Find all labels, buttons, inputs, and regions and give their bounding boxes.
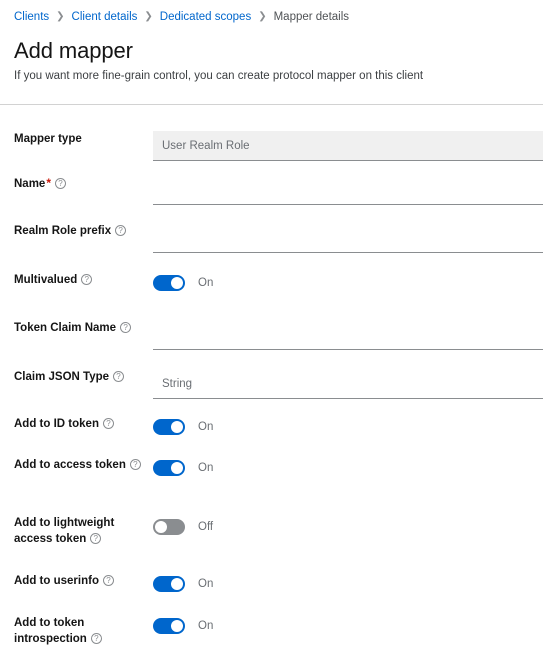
field-label-multivalued: Multivalued? [14, 272, 142, 288]
input-claim-json-type[interactable] [153, 369, 543, 399]
field-label-add-to-lightweight-access-token: Add to lightweight access token? [14, 515, 142, 547]
toggle-knob [171, 421, 183, 433]
field-container: On [153, 273, 543, 293]
field-label-text: Realm Role prefix [14, 225, 112, 237]
field-label-text: Token Claim Name [14, 322, 117, 334]
field-label-text: Mapper type [14, 133, 82, 145]
toggle-wrap: On [153, 458, 543, 478]
toggle-add-to-token-introspection[interactable] [153, 618, 185, 634]
field-container [153, 131, 543, 161]
breadcrumb-separator-icon: ❯ [144, 11, 153, 22]
toggle-knob [171, 277, 183, 289]
breadcrumb-separator-icon: ❯ [258, 11, 267, 22]
field-label-text: Name [14, 178, 46, 190]
toggle-state-label: On [198, 462, 214, 474]
breadcrumb: Clients ❯ Client details ❯ Dedicated scopes ❯… [14, 9, 543, 25]
field-label-text: Add to ID token [14, 418, 99, 430]
field-label-add-to-id-token: Add to ID token? [14, 416, 142, 432]
breadcrumb-item-clients[interactable]: Clients [14, 10, 49, 24]
page-header: Clients ❯ Client details ❯ Dedicated scopes ❯… [0, 0, 543, 84]
help-icon[interactable]: ? [120, 322, 132, 333]
field-container [153, 175, 543, 205]
field-label-realm-role-prefix: Realm Role prefix? [14, 223, 142, 239]
toggle-wrap: On [153, 273, 543, 293]
field-label-token-claim-name: Token Claim Name? [14, 320, 142, 336]
field-container: Off [153, 517, 543, 537]
field-container [153, 320, 543, 350]
field-label-text: Add to access token [14, 459, 126, 471]
page-title: Add mapper [14, 38, 133, 63]
toggle-add-to-lightweight-access-token[interactable] [153, 519, 185, 535]
field-label-name: Name*? [14, 175, 142, 192]
toggle-state-label: On [198, 421, 214, 433]
page-subtitle: If you want more fine-grain control, you… [14, 70, 424, 82]
input-realm-role-prefix[interactable] [153, 223, 543, 253]
help-icon[interactable]: ? [102, 418, 114, 429]
input-token-claim-name[interactable] [153, 320, 543, 350]
help-icon[interactable]: ? [81, 274, 93, 285]
field-label-claim-json-type: Claim JSON Type? [14, 369, 142, 385]
field-label-mapper-type: Mapper type [14, 131, 142, 147]
toggle-add-to-id-token[interactable] [153, 419, 185, 435]
breadcrumb-item-mapper-details: Mapper details [273, 11, 350, 23]
breadcrumb-separator-icon: ❯ [56, 11, 65, 22]
toggle-knob [171, 462, 183, 474]
toggle-wrap: On [153, 616, 543, 636]
toggle-knob [155, 521, 167, 533]
toggle-state-label: On [198, 620, 214, 632]
help-icon[interactable]: ? [113, 371, 125, 382]
help-icon[interactable]: ? [90, 633, 102, 644]
field-container: On [153, 574, 543, 594]
field-label-add-to-token-introspection: Add to token introspection? [14, 615, 142, 647]
field-container [153, 223, 543, 253]
toggle-knob [171, 620, 183, 632]
add-mapper-page: Clients ❯ Client details ❯ Dedicated scopes ❯… [0, 0, 543, 671]
help-icon[interactable]: ? [115, 225, 127, 236]
toggle-wrap: On [153, 417, 543, 437]
field-label-add-to-access-token: Add to access token? [14, 457, 142, 473]
toggle-state-label: On [198, 277, 214, 289]
field-label-text: Claim JSON Type [14, 371, 110, 383]
toggle-state-label: On [198, 578, 214, 590]
field-container: On [153, 458, 543, 478]
field-container: On [153, 417, 543, 437]
help-icon[interactable]: ? [102, 575, 114, 586]
toggle-add-to-userinfo[interactable] [153, 576, 185, 592]
toggle-wrap: Off [153, 517, 543, 537]
toggle-add-to-access-token[interactable] [153, 460, 185, 476]
field-label-text: Add to token introspection [14, 617, 87, 645]
input-mapper-type [153, 131, 543, 161]
breadcrumb-item-client-details[interactable]: Client details [72, 10, 138, 24]
field-container [153, 369, 543, 399]
input-name[interactable] [153, 175, 543, 205]
toggle-knob [171, 578, 183, 590]
help-icon[interactable]: ? [90, 533, 102, 544]
field-label-text: Multivalued [14, 274, 78, 286]
required-marker: * [46, 176, 51, 190]
header-divider [0, 104, 543, 105]
toggle-state-label: Off [198, 521, 214, 533]
help-icon[interactable]: ? [129, 459, 141, 470]
field-label-add-to-userinfo: Add to userinfo? [14, 573, 142, 589]
help-icon[interactable]: ? [55, 178, 66, 189]
breadcrumb-item-dedicated-scopes[interactable]: Dedicated scopes [160, 10, 251, 24]
field-container: On [153, 616, 543, 636]
toggle-multivalued[interactable] [153, 275, 185, 291]
toggle-wrap: On [153, 574, 543, 594]
field-label-text: Add to userinfo [14, 575, 99, 587]
